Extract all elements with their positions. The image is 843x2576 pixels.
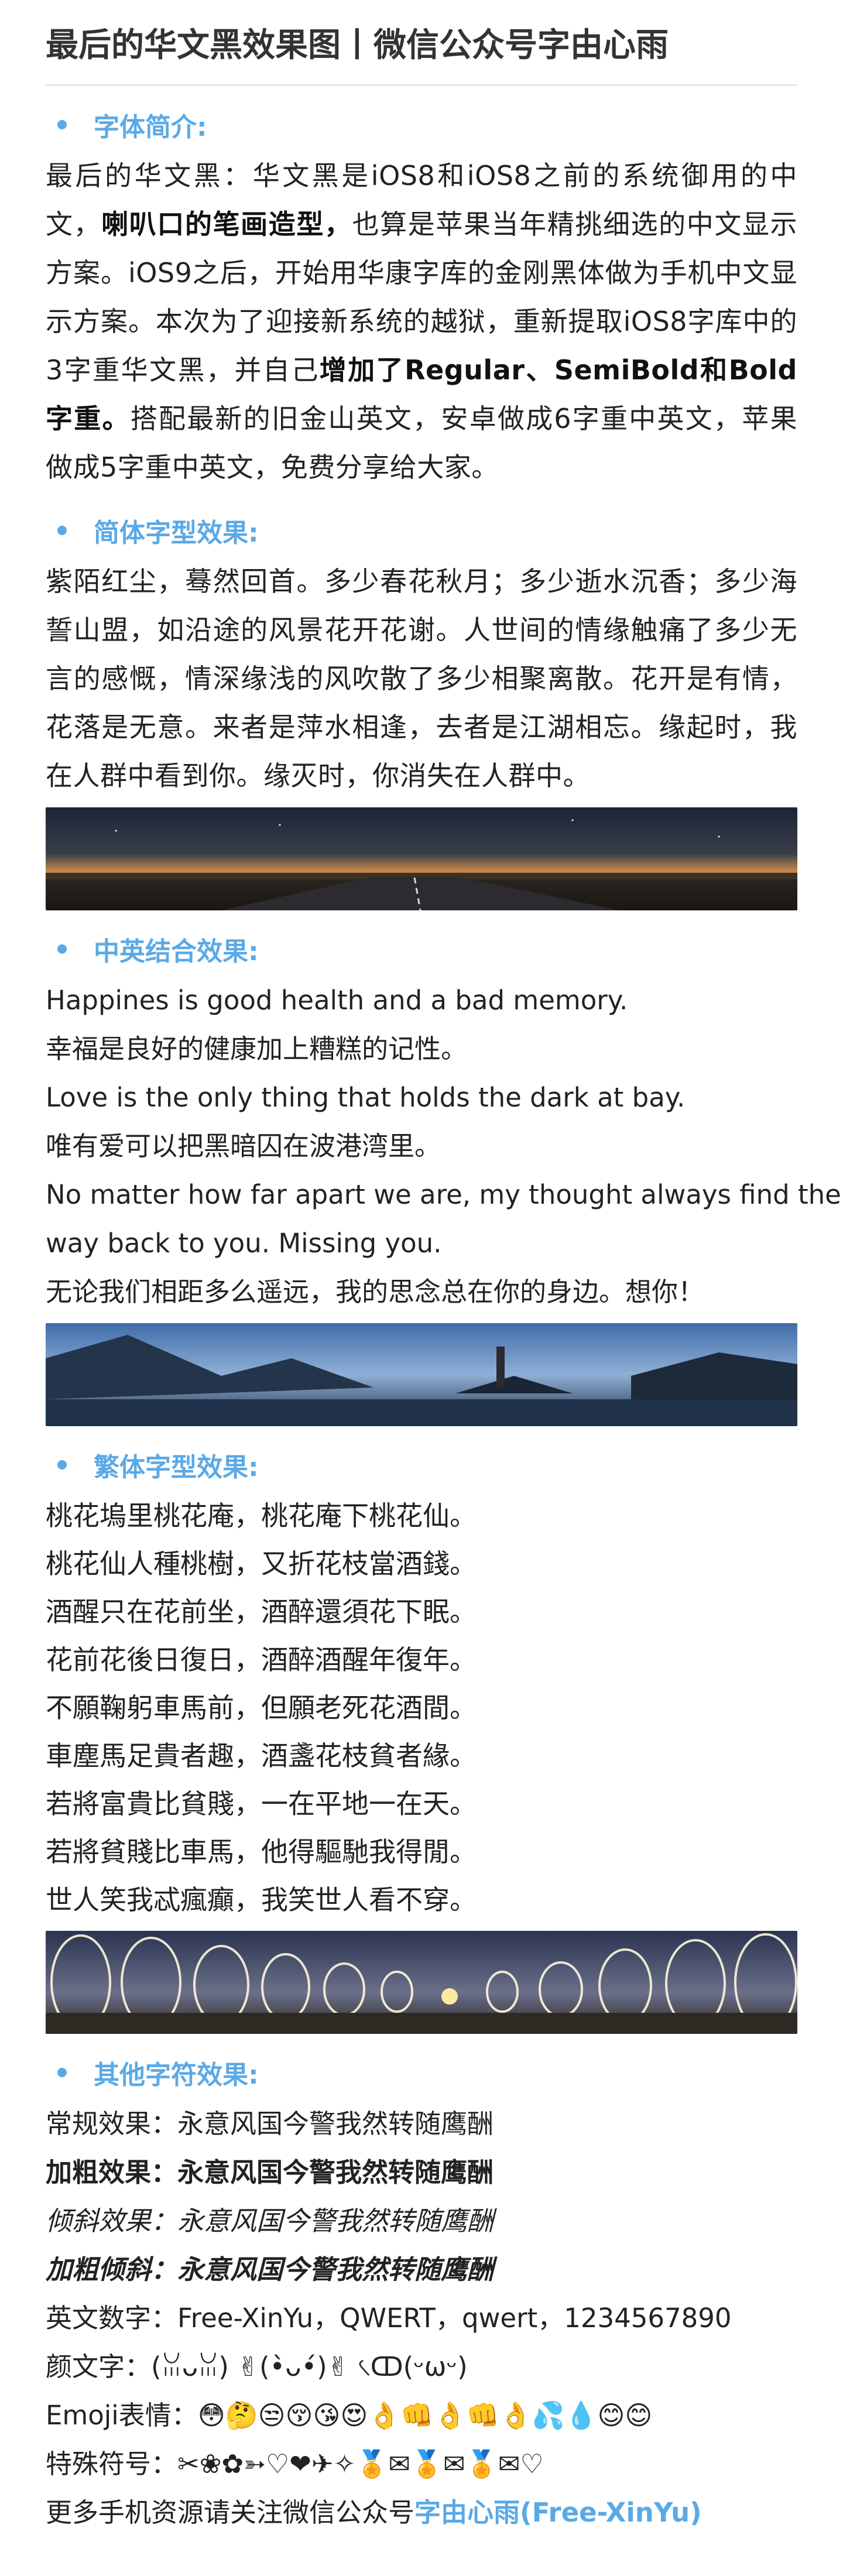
other-lines: 常规效果：永意风国今警我然转随鹰酬 加粗效果：永意风国今警我然转随鹰酬 倾斜效果…: [46, 2099, 797, 2537]
poem-line: 花前花後日復日，酒醉酒醒年復年。: [46, 1644, 477, 1676]
mixed-line: No matter how far apart we are, my thoug…: [46, 1179, 843, 1210]
poem-line: 若將貧賤比車馬，他得驅馳我得閒。: [46, 1836, 477, 1868]
poem-line: 若將富貴比貧賤，一在平地一在天。: [46, 1788, 477, 1820]
poem-line: 世人笑我忒瘋癲，我笑世人看不穿。: [46, 1884, 477, 1916]
night-road-image: [46, 807, 797, 910]
lake-island-image: [46, 1323, 797, 1426]
section-heading-traditional: 繁体字型效果:: [46, 1438, 797, 1492]
bullet-dot: [57, 2068, 67, 2077]
simplified-paragraph: 紫陌红尘，蓦然回首。多少春花秋月；多少逝水沉香；多少海誓山盟，如沿途的风景花开花…: [46, 566, 797, 792]
mixed-lines: Happines is good health and a bad memory…: [46, 976, 843, 1316]
mixed-line: 唯有爱可以把黑暗囚在波港湾里。: [46, 1131, 441, 1162]
kaomoji-label: 颜文字：: [46, 2351, 152, 2382]
section-heading-label: 中英结合效果:: [94, 937, 259, 967]
bold-text: 永意风国今警我然转随鹰酬: [177, 2157, 494, 2188]
emoji-sample: Emoji表情：😳🤔😒😚😘😍👌👊👌👊👌💦💧😊😊: [46, 2391, 797, 2440]
article: 最后的华文黑效果图丨微信公众号字由心雨 字体简介: 最后的华文黑：华文黑是iOS…: [0, 0, 843, 2537]
bold-italic-sample: 加粗倾斜：永意风国今警我然转随鹰酬: [46, 2245, 797, 2294]
emoji-text: 😳🤔😒😚😘😍👌👊👌👊👌💦💧😊😊: [197, 2400, 653, 2431]
mixed-line: 无论我们相距多么遥远，我的思念总在你的身边。想你！: [46, 1276, 705, 1307]
bullet-dot: [57, 526, 67, 535]
mixed-line: Happines is good health and a bad memory…: [46, 985, 628, 1016]
mixed-line: Love is the only thing that holds the da…: [46, 1082, 686, 1113]
kaomoji-sample: 颜文字：(ꈍᴗꈍ) ✌(•̀ᴗ•́)✌ ৻ↀ(ᵕωᵕ): [46, 2342, 797, 2391]
italic-label: 倾斜效果：: [46, 2205, 178, 2236]
english-text: Free-XinYu，QWERT，qwert，1234567890: [177, 2303, 732, 2334]
italic-sample: 倾斜效果：永意风国今警我然转随鹰酬: [46, 2197, 797, 2245]
bold-sample: 加粗效果：永意风国今警我然转随鹰酬: [46, 2148, 797, 2197]
page-title: 最后的华文黑效果图丨微信公众号字由心雨: [46, 0, 797, 86]
account-link[interactable]: 字由心雨(Free-XinYu): [414, 2497, 702, 2528]
intro-text-3: 搭配最新的旧金山英文，安卓做成6字重中英文，苹果做成5字重中英文，免费分享给大家…: [46, 403, 797, 483]
section-heading-label: 繁体字型效果:: [94, 1453, 259, 1482]
intro-bold-1: 喇叭口的笔画造型，: [101, 208, 352, 240]
light-rings-image: [46, 1931, 797, 2034]
regular-text: 永意风国今警我然转随鹰酬: [177, 2108, 494, 2139]
kaomoji-text: (ꈍᴗꈍ) ✌(•̀ᴗ•́)✌ ৻ↀ(ᵕωᵕ): [151, 2351, 468, 2382]
special-text: ✂❀✿➳♡❤✈✧🏅✉🏅✉🏅✉♡: [177, 2448, 544, 2479]
section-heading-other: 其他字符效果:: [46, 2046, 797, 2099]
bold-italic-text: 永意风国今警我然转随鹰酬: [177, 2254, 494, 2285]
footer-prefix: 更多手机资源请关注微信公众号: [46, 2497, 415, 2528]
regular-sample: 常规效果：永意风国今警我然转随鹰酬: [46, 2099, 797, 2148]
special-label: 特殊符号：: [46, 2448, 178, 2479]
section-heading-simplified: 简体字型效果:: [46, 503, 797, 557]
italic-text: 永意风国今警我然转随鹰酬: [177, 2205, 494, 2236]
poem-line: 桃花塢里桃花庵，桃花庵下桃花仙。: [46, 1500, 477, 1532]
poem-line: 車塵馬足貴者趣，酒盞花枝貧者緣。: [46, 1740, 477, 1772]
footer-note: 更多手机资源请关注微信公众号字由心雨(Free-XinYu): [46, 2488, 797, 2537]
section-heading-label: 字体简介:: [94, 112, 207, 142]
section-heading-mixed: 中英结合效果:: [46, 922, 797, 976]
bullet-dot: [57, 944, 67, 954]
english-sample: 英文数字：Free-XinYu，QWERT，qwert，1234567890: [46, 2294, 797, 2342]
poem-line: 不願鞠躬車馬前，但願老死花酒間。: [46, 1692, 477, 1724]
section-heading-label: 简体字型效果:: [94, 518, 259, 548]
bullet-dot: [57, 1460, 67, 1469]
mixed-line: way back to you. Missing you.: [46, 1228, 442, 1259]
bold-italic-label: 加粗倾斜：: [46, 2254, 178, 2285]
poem-line: 桃花仙人種桃樹，又折花枝當酒錢。: [46, 1548, 477, 1580]
section-heading-intro: 字体简介:: [46, 98, 797, 152]
bold-label: 加粗效果：: [46, 2157, 178, 2188]
regular-label: 常规效果：: [46, 2108, 178, 2139]
emoji-label: Emoji表情：: [46, 2400, 198, 2431]
poem-line: 酒醒只在花前坐，酒醉還須花下眠。: [46, 1596, 477, 1628]
traditional-lines: 桃花塢里桃花庵，桃花庵下桃花仙。 桃花仙人種桃樹，又折花枝當酒錢。 酒醒只在花前…: [46, 1492, 797, 1924]
special-symbols-sample: 特殊符号：✂❀✿➳♡❤✈✧🏅✉🏅✉🏅✉♡: [46, 2440, 797, 2488]
intro-paragraph: 最后的华文黑：华文黑是iOS8和iOS8之前的系统御用的中文，喇叭口的笔画造型，…: [46, 152, 797, 492]
mixed-line: 幸福是良好的健康加上糟糕的记性。: [46, 1033, 468, 1064]
section-heading-label: 其他字符效果:: [94, 2060, 259, 2090]
english-label: 英文数字：: [46, 2303, 178, 2334]
bullet-dot: [57, 120, 67, 129]
